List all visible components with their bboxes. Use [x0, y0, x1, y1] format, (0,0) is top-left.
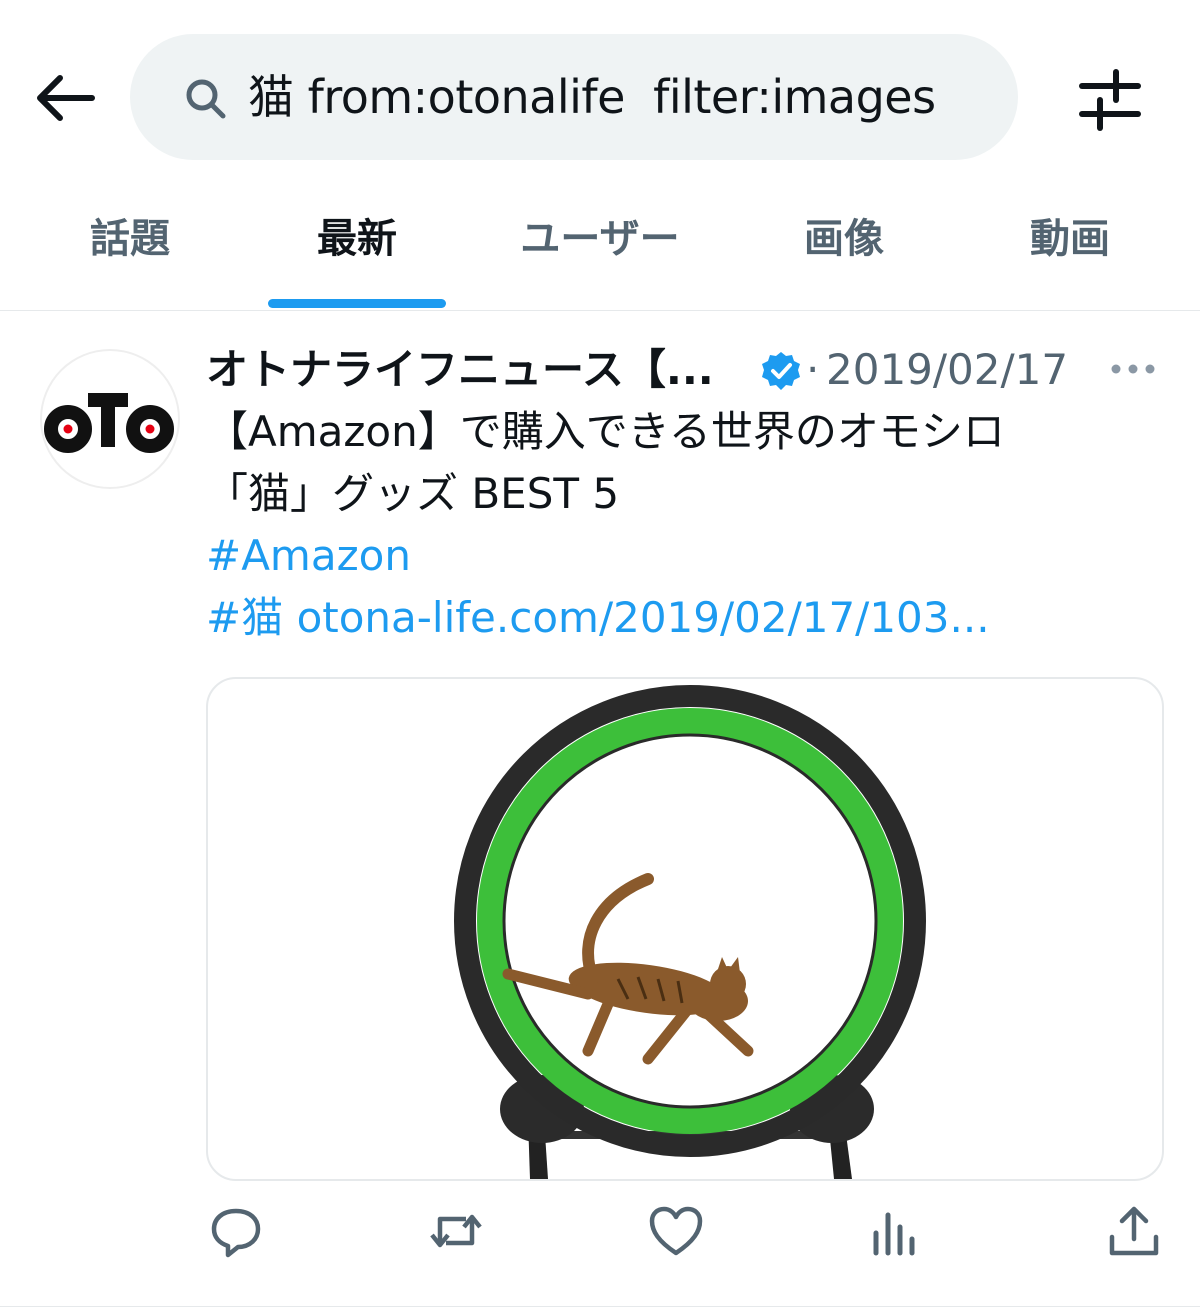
tab-images[interactable]: 画像 — [754, 180, 934, 304]
display-name[interactable]: オトナライフニュース【... — [206, 335, 714, 405]
search-header: 猫 from:otonalife filter:images — [0, 0, 1200, 180]
header-separator: · — [806, 345, 820, 394]
more-button[interactable] — [1108, 351, 1158, 387]
tweet-text: 【Amazon】で購入できる世界のオモシロ 「猫」グッズ BEST 5 #Ama… — [206, 401, 1106, 649]
search-filter-button[interactable] — [1076, 66, 1144, 134]
search-query-text: 猫 from:otonalife filter:images — [248, 70, 936, 124]
tweet-text-line: 「猫」グッズ BEST 5 — [206, 469, 620, 518]
avatar[interactable] — [40, 349, 180, 489]
more-horizontal-icon — [1111, 364, 1155, 374]
tweet-header: オトナライフニュース【... · 2019/02/17 — [206, 335, 1166, 405]
tweet-timestamp[interactable]: 2019/02/17 — [826, 335, 1068, 405]
back-button[interactable] — [30, 62, 102, 134]
tab-users[interactable]: ユーザー — [490, 180, 710, 304]
like-button[interactable] — [646, 1201, 706, 1261]
hashtag-cat[interactable]: #猫 — [206, 593, 283, 642]
tweet-text-line: 【Amazon】で購入できる世界のオモシロ — [206, 407, 1005, 456]
hashtag-amazon[interactable]: #Amazon — [206, 531, 411, 580]
share-button[interactable] — [1104, 1201, 1164, 1261]
arrow-left-icon — [37, 75, 95, 121]
verified-badge-icon — [762, 352, 800, 390]
tweet[interactable]: オトナライフニュース【... · 2019/02/17 【Amazon】で購入で… — [0, 311, 1200, 1307]
oto-logo — [44, 393, 174, 453]
search-icon — [186, 79, 226, 119]
share-icon — [1109, 1206, 1159, 1256]
sliders-icon — [1079, 69, 1141, 131]
search-input[interactable]: 猫 from:otonalife filter:images — [130, 34, 1018, 160]
tweet-media-image[interactable] — [206, 677, 1164, 1181]
views-bar-chart-icon — [873, 1212, 915, 1256]
tab-videos[interactable]: 動画 — [980, 180, 1160, 304]
cat-wheel-image — [454, 685, 926, 1179]
tab-trending[interactable]: 話題 — [40, 180, 220, 304]
reply-icon — [211, 1208, 261, 1258]
reply-button[interactable] — [206, 1201, 266, 1261]
article-link[interactable]: otona-life.com/2019/02/17/103... — [297, 593, 990, 642]
tweet-actions — [0, 1201, 1200, 1271]
search-tabs: 話題 最新 ユーザー 画像 動画 — [0, 180, 1200, 311]
heart-icon — [649, 1206, 703, 1256]
tab-latest[interactable]: 最新 — [267, 180, 447, 304]
retweet-button[interactable] — [426, 1201, 486, 1261]
active-tab-indicator — [268, 299, 446, 308]
views-button[interactable] — [866, 1201, 926, 1261]
retweet-icon — [430, 1214, 482, 1248]
